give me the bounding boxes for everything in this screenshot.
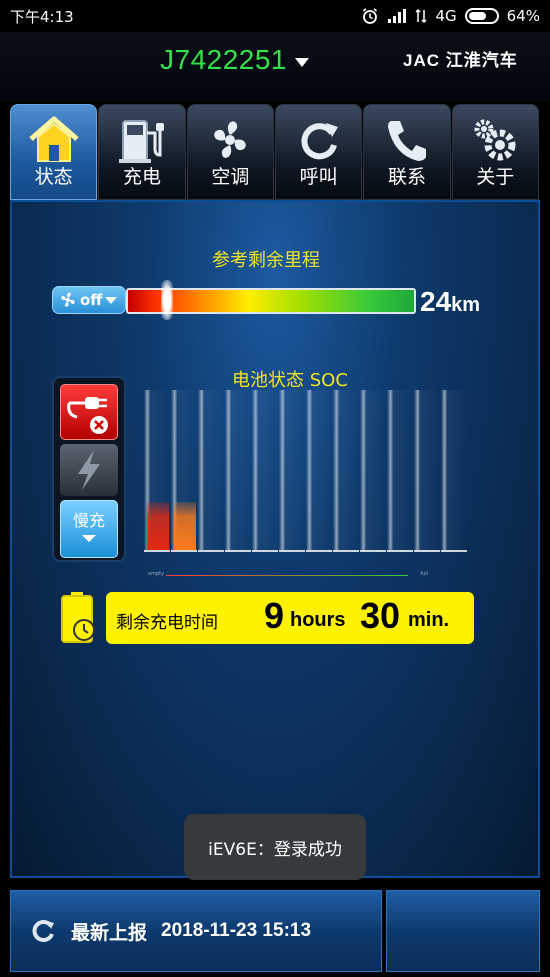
chevron-down-icon [105, 296, 118, 304]
phone-icon [387, 121, 426, 161]
charger-icon [118, 120, 164, 163]
soc-cell-glass [360, 390, 386, 552]
tab-label: 状态 [34, 166, 73, 188]
alarm-icon [363, 8, 378, 24]
remaining-charge-time: 剩余充电时间 9 hours 30 min. [106, 592, 474, 644]
soc-cell [333, 390, 359, 552]
fan-toggle-button[interactable]: off [52, 286, 126, 314]
report-timestamp: 2018-11-23 15:13 [161, 920, 312, 941]
gears-icon [474, 119, 516, 161]
soc-title: 电池状态 SOC [232, 370, 348, 391]
soc-cell-glass [387, 390, 413, 552]
soc-cell-glass [198, 390, 224, 552]
unplugged-status [60, 384, 118, 440]
range-title: 参考剩余里程 [212, 250, 320, 271]
charge-time-label: 剩余充电时间 [116, 613, 218, 633]
network-type: 4G [435, 7, 457, 25]
tab-status[interactable]: 状态 [10, 104, 98, 200]
tab-call[interactable]: 呼叫 [274, 104, 363, 200]
soc-cell-glass [252, 390, 278, 552]
report-label: 最新上报 [71, 921, 148, 944]
refresh-call-icon [301, 123, 338, 160]
range-value: 24km [420, 286, 480, 318]
fan-icon [61, 292, 75, 307]
soc-cell-glass [306, 390, 332, 552]
signal-icon [388, 9, 407, 23]
soc-cell [414, 390, 440, 552]
tab-contact[interactable]: 联系 [363, 104, 451, 200]
tab-bar: 状态 充电 空调 呼叫 联系 关于 [10, 104, 540, 200]
tab-label: 呼叫 [299, 166, 338, 188]
soc-cell [252, 390, 278, 552]
soc-axis-line [166, 575, 408, 576]
chevron-down-icon [82, 535, 96, 542]
tab-climate[interactable]: 空调 [186, 104, 274, 200]
soc-cell [306, 390, 332, 552]
chevron-down-icon[interactable] [295, 58, 309, 67]
lightning-icon [78, 450, 100, 490]
soc-axis: empty full [148, 571, 428, 580]
range-number: 24 [420, 286, 452, 317]
clock: 下午4:13 [10, 7, 74, 26]
charge-mode-selector[interactable]: 慢充 [60, 500, 118, 558]
soc-cell-fill [174, 502, 196, 550]
charge-mode-panel: 慢充 [52, 376, 126, 562]
soc-cell-glass [414, 390, 440, 552]
side-action-button[interactable] [386, 890, 540, 972]
status-bar: 下午4:13 4G 64% [0, 0, 550, 32]
charge-minutes-unit: min. [408, 609, 450, 631]
battery-icon [464, 8, 499, 24]
soc-bar-graph [144, 390, 474, 552]
soc-cell [171, 390, 197, 552]
soc-cell-fill [147, 502, 169, 550]
soc-cell [441, 390, 467, 552]
soc-cell [198, 390, 224, 552]
tab-label: 联系 [387, 166, 426, 188]
status-icons: 4G 64% [361, 7, 540, 25]
soc-empty-label: empty [148, 571, 165, 577]
fan-state-label: off [80, 291, 103, 309]
range-unit: km [451, 294, 481, 316]
plug-disconnected-icon [67, 397, 108, 434]
tab-label: 关于 [476, 166, 515, 188]
toast-message: iEV6E：登录成功 [184, 814, 366, 880]
charge-hours: 9 [264, 595, 285, 636]
home-icon [29, 116, 79, 162]
soc-cell [279, 390, 305, 552]
refresh-icon [32, 920, 54, 942]
soc-cell [387, 390, 413, 552]
soc-cell [360, 390, 386, 552]
app-header: J7422251 JAC 江淮汽车 [0, 32, 550, 102]
charge-minutes: 30 [360, 595, 401, 636]
soc-cell [225, 390, 251, 552]
battery-percent: 64% [506, 7, 540, 25]
charge-mode-label: 慢充 [72, 511, 105, 530]
soc-full-label: full [420, 571, 428, 577]
refresh-report-button[interactable]: 最新上报 2018-11-23 15:13 [10, 890, 382, 972]
tab-about[interactable]: 关于 [451, 104, 539, 200]
soc-cell-glass [279, 390, 305, 552]
data-arrows-icon [415, 8, 428, 24]
charge-hours-unit: hours [290, 609, 346, 631]
vehicle-selector[interactable]: J7422251 [160, 44, 287, 76]
soc-cell-glass [225, 390, 251, 552]
brand-logo: JAC 江淮汽车 [403, 51, 518, 70]
battery-clock-icon [61, 592, 95, 643]
bottom-bar: 最新上报 2018-11-23 15:13 [0, 886, 550, 977]
tab-label: 充电 [122, 166, 161, 188]
range-marker [161, 280, 173, 320]
charging-indicator [60, 444, 118, 496]
soc-cell [144, 390, 170, 552]
fan-icon [214, 121, 247, 158]
soc-cell-glass [441, 390, 467, 552]
soc-cell-glass [333, 390, 359, 552]
tab-label: 空调 [211, 166, 250, 188]
tab-charge[interactable]: 充电 [98, 104, 186, 200]
